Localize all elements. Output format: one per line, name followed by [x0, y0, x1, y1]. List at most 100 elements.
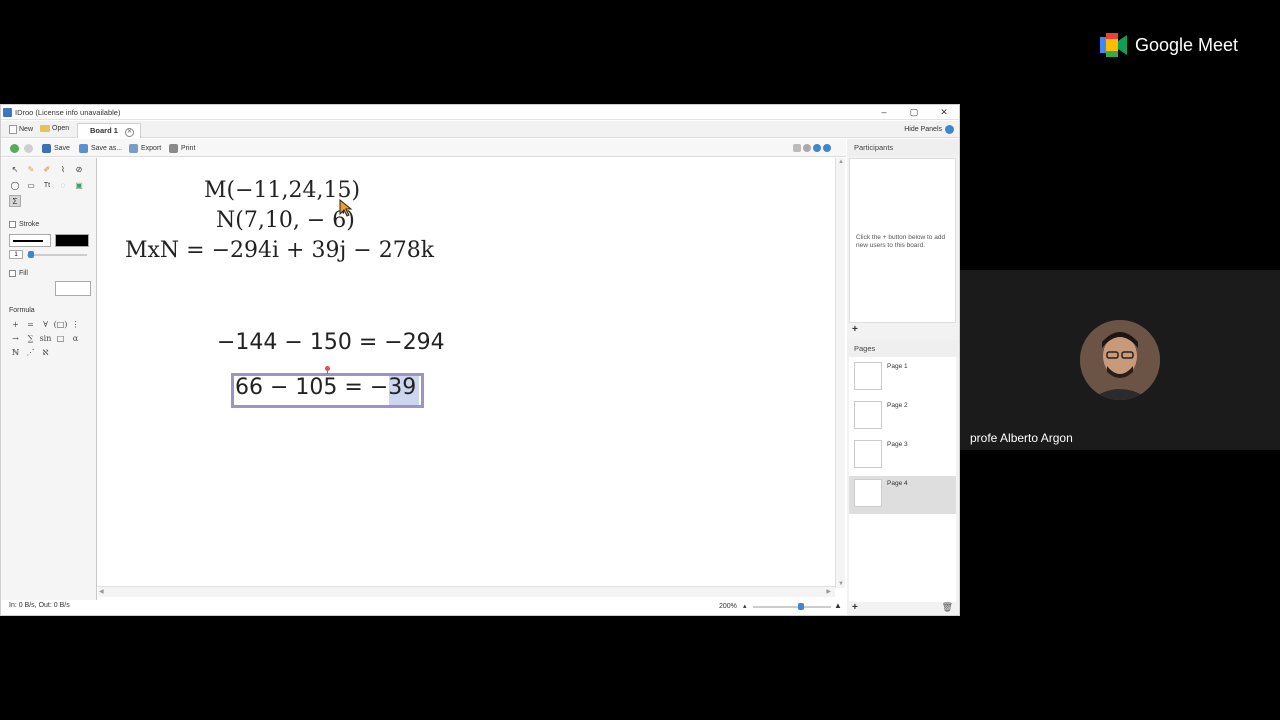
participant-tile[interactable]: profe Alberto Argon [960, 270, 1280, 450]
rotate-handle[interactable] [325, 366, 330, 371]
right-panels: Participants Click the + button below to… [847, 139, 959, 615]
export-button[interactable]: Export [129, 144, 161, 153]
fill-checkbox[interactable] [9, 270, 16, 277]
formula-parens-button[interactable]: (□) [53, 319, 68, 330]
page-thumbnail [854, 440, 882, 468]
formula-naturals-button[interactable]: ℕ [8, 347, 23, 358]
tab-bar: New Open Board 1 ✕ Hide Panels [1, 121, 959, 138]
rectangle-icon[interactable]: ▭ [25, 179, 37, 191]
callout-icon[interactable]: ◌ [57, 179, 69, 191]
trash-icon[interactable]: 🗑 [942, 602, 953, 613]
meet-camera-icon [1100, 33, 1127, 57]
save-icon [42, 144, 51, 153]
formula-point-n[interactable]: N(7,10, − 6) [216, 208, 355, 233]
formula-plus-button[interactable]: + [8, 319, 23, 330]
google-meet-logo: Google Meet [1100, 33, 1238, 57]
stroke-width-slider[interactable] [27, 254, 87, 256]
save-as-button[interactable]: Save as... [79, 144, 122, 153]
scroll-down-icon[interactable]: ▼ [838, 581, 844, 587]
formula-arrow-button[interactable]: → [8, 333, 23, 344]
fullscreen-icon[interactable] [793, 144, 801, 152]
formula-forall-button[interactable]: ∀ [38, 319, 53, 330]
eraser-icon[interactable]: ⊘ [73, 163, 85, 175]
stroke-width-field[interactable]: 1 [9, 250, 23, 259]
select-arrow-icon[interactable]: ↖ [9, 163, 21, 175]
participants-header: Participants [847, 139, 959, 156]
participant-name: profe Alberto Argon [970, 431, 1073, 445]
formula-sin-button[interactable]: sin [38, 333, 53, 344]
window-title: IDroo (License info unavailable) [15, 107, 121, 117]
close-window-button[interactable]: ✕ [929, 105, 959, 120]
page-item-1[interactable]: Page 1 [849, 359, 956, 397]
save-button[interactable]: Save [42, 144, 70, 153]
close-tab-icon[interactable]: ✕ [125, 128, 135, 137]
minimize-button[interactable]: – [869, 105, 899, 120]
add-user-button[interactable]: + [852, 324, 858, 335]
formula-matrix-button[interactable]: ⋮ [68, 319, 83, 330]
stroke-color-picker[interactable] [55, 234, 89, 247]
formula-tool-icon[interactable]: Σ [9, 195, 21, 207]
text-icon[interactable]: Tt [41, 179, 53, 191]
fill-label: Fill [19, 270, 28, 277]
zoom-in-icon[interactable]: ▲ [834, 601, 842, 610]
stroke-toggle[interactable]: Stroke [9, 221, 39, 228]
forward-arrow-icon [24, 144, 33, 153]
view-controls [793, 144, 831, 152]
formula-alpha-button[interactable]: α [68, 333, 83, 344]
zoom-out-icon[interactable]: ▴ [743, 602, 747, 610]
page-item-2[interactable]: Page 2 [849, 398, 956, 436]
open-button[interactable]: Open [40, 125, 69, 132]
pages-list: Page 1 Page 2 Page 3 Page 4 [849, 357, 956, 602]
ellipse-icon[interactable]: ◯ [9, 179, 21, 191]
scroll-up-icon[interactable]: ▲ [838, 159, 844, 165]
new-button[interactable]: New [9, 125, 33, 134]
help-icon[interactable] [823, 144, 831, 152]
page-item-3[interactable]: Page 3 [849, 437, 956, 475]
formula-cross-product[interactable]: MxN = −294i + 39j − 278k [125, 238, 434, 263]
fill-toggle[interactable]: Fill [9, 270, 28, 277]
tab-board-1[interactable]: Board 1 ✕ [77, 123, 142, 138]
scroll-left-icon[interactable]: ◀ [99, 588, 104, 595]
formula-equals-button[interactable]: = [23, 319, 38, 330]
vertical-scrollbar[interactable]: ▲ ▼ [835, 158, 845, 588]
print-button[interactable]: Print [169, 144, 195, 153]
save-as-label: Save as... [91, 145, 123, 152]
stroke-width-slider-handle[interactable] [28, 251, 34, 258]
marker-icon[interactable]: ✐ [41, 163, 53, 175]
zoom-slider-handle[interactable] [798, 603, 804, 610]
page-item-4[interactable]: Page 4 [849, 476, 956, 514]
participants-list: Click the + button below to add new user… [849, 158, 956, 323]
polyline-icon[interactable]: ⌇ [57, 163, 69, 175]
page-label: Page 1 [887, 363, 908, 370]
formula-sum-button[interactable]: ∑ [23, 333, 38, 344]
whiteboard-canvas[interactable]: M(−11,24,15) N(7,10, − 6) MxN = −294i + … [98, 158, 835, 586]
settings-icon[interactable] [803, 144, 811, 152]
formula-aleph-button[interactable]: ℵ [38, 347, 53, 358]
new-label: New [19, 126, 34, 133]
zoom-slider[interactable] [753, 606, 831, 608]
formula-section-label: Formula [9, 307, 35, 314]
participant-avatar [1080, 320, 1160, 400]
formula-box-button[interactable]: □ [53, 333, 68, 344]
formula-dots-button[interactable]: ⋰ [23, 347, 38, 358]
formula-edit-box[interactable] [231, 373, 424, 408]
formula-point-m[interactable]: M(−11,24,15) [204, 178, 360, 203]
stroke-style-select[interactable] [9, 234, 51, 247]
info-icon[interactable] [813, 144, 821, 152]
maximize-button[interactable]: ▢ [899, 105, 929, 120]
add-page-button[interactable]: + [852, 602, 858, 613]
pencil-icon[interactable]: ✎ [25, 163, 37, 175]
fill-color-picker[interactable] [55, 281, 91, 296]
hide-panels-button[interactable]: Hide Panels [904, 125, 954, 134]
stroke-checkbox[interactable] [9, 221, 16, 228]
horizontal-scrollbar[interactable]: ◀ ▶ [98, 586, 835, 597]
forward-button[interactable] [24, 144, 33, 153]
drawing-tools: ↖ ✎ ✐ ⌇ ⊘ ◯ ▭ Tt ◌ ▣ Σ [9, 163, 89, 207]
board-tab-label: Board 1 [90, 126, 118, 135]
back-button[interactable] [10, 144, 19, 153]
image-icon[interactable]: ▣ [73, 179, 85, 191]
page-thumbnail [854, 479, 882, 507]
scroll-right-icon[interactable]: ▶ [826, 588, 831, 595]
formula-i-component[interactable]: −144 − 150 = −294 [217, 330, 445, 355]
network-status: In: 0 B/s, Out: 0 B/s [9, 602, 70, 609]
